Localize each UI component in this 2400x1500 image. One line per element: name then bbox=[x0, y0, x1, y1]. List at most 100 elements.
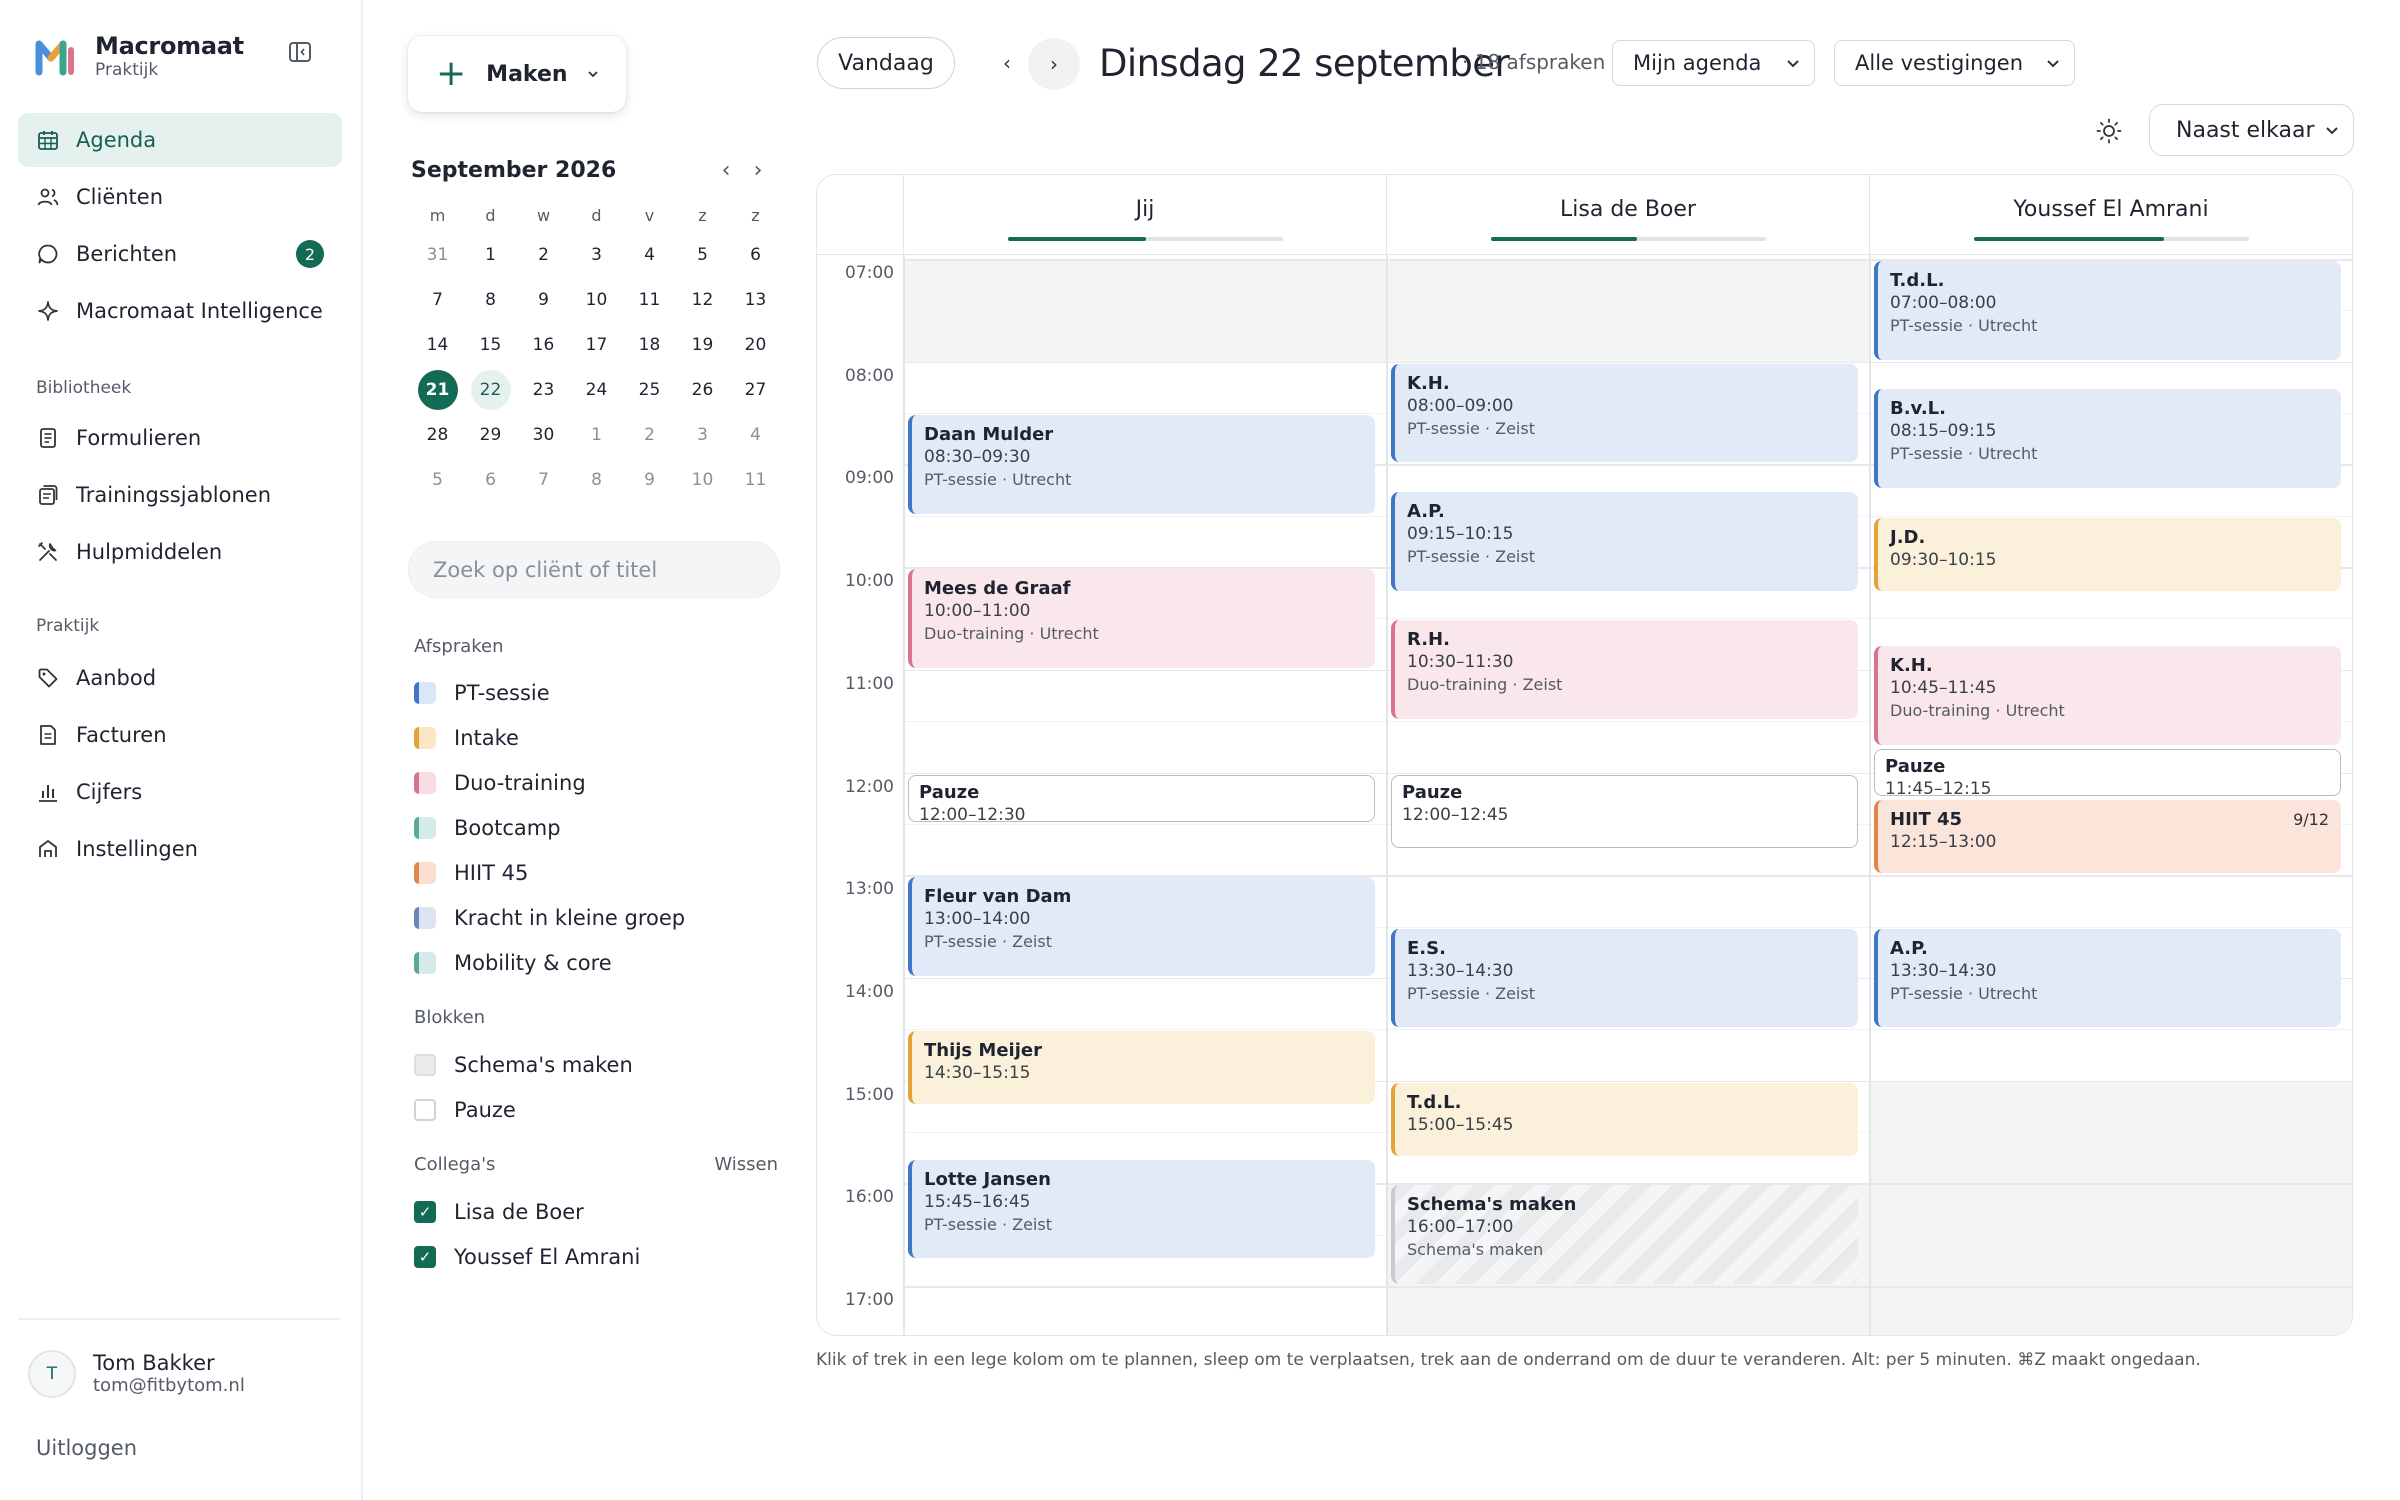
mini-calendar-day[interactable]: 25 bbox=[623, 367, 676, 412]
mini-calendar-day[interactable]: 9 bbox=[517, 277, 570, 322]
mini-calendar-day[interactable]: 15 bbox=[464, 322, 517, 367]
mini-calendar-day[interactable]: 31 bbox=[411, 232, 464, 277]
mini-calendar-day[interactable]: 7 bbox=[517, 457, 570, 502]
mini-calendar-day[interactable]: 23 bbox=[517, 367, 570, 412]
appointment-card[interactable]: Daan Mulder 08:30–09:30 PT-sessie · Utrech… bbox=[908, 415, 1375, 514]
mini-calendar-day[interactable]: 6 bbox=[464, 457, 517, 502]
mini-calendar-day[interactable]: 1 bbox=[464, 232, 517, 277]
nav-aanbod[interactable]: Aanbod bbox=[18, 651, 342, 705]
filter-appointment-type[interactable]: Duo-training bbox=[414, 760, 784, 805]
pause-block[interactable]: Pauze 11:45–12:15 bbox=[1874, 748, 2341, 797]
mini-calendar-day[interactable]: 29 bbox=[464, 412, 517, 457]
column-header-youssef[interactable]: Youssef El Amrani bbox=[1869, 175, 2352, 255]
mini-calendar-day[interactable]: 6 bbox=[729, 232, 782, 277]
nav-intelligence[interactable]: Macromaat Intelligence bbox=[18, 284, 342, 338]
mini-calendar-day[interactable]: 12 bbox=[676, 277, 729, 322]
mini-calendar-day[interactable]: 20 bbox=[729, 322, 782, 367]
appointment-card[interactable]: Mees de Graaf 10:00–11:00 Duo-training · U… bbox=[908, 569, 1375, 668]
appointment-card[interactable]: A.P. 09:15–10:15 PT-sessie · Zeist bbox=[1391, 492, 1858, 591]
mini-calendar-day-today[interactable]: 21 bbox=[411, 367, 464, 412]
mini-calendar-day[interactable]: 2 bbox=[623, 412, 676, 457]
mini-calendar-day[interactable]: 11 bbox=[729, 457, 782, 502]
previous-day-button[interactable]: ‹ bbox=[982, 38, 1032, 88]
filter-appointment-type[interactable]: PT-sessie bbox=[414, 670, 784, 715]
logout-link[interactable]: Uitloggen bbox=[36, 1436, 137, 1460]
clear-colleagues-link[interactable]: Wissen bbox=[714, 1154, 778, 1175]
filter-block-type[interactable]: Pauze bbox=[414, 1087, 784, 1132]
nav-formulieren[interactable]: Formulieren bbox=[18, 411, 342, 465]
appointment-card[interactable]: Thijs Meijer 14:30–15:15 bbox=[908, 1031, 1375, 1105]
mini-calendar-day[interactable]: 28 bbox=[411, 412, 464, 457]
pause-block[interactable]: Pauze 12:00–12:45 bbox=[1391, 774, 1858, 848]
mini-calendar-day[interactable]: 30 bbox=[517, 412, 570, 457]
pause-block[interactable]: Pauze 12:00–12:30 bbox=[908, 774, 1375, 822]
nav-hulpmiddelen[interactable]: Hulpmiddelen bbox=[18, 525, 342, 579]
calendar-body[interactable]: 07:00 08:00 09:00 10:00 11:00 12:00 13:00 14:00… bbox=[817, 255, 2352, 1335]
nav-berichten[interactable]: Berichten 2 bbox=[18, 227, 342, 281]
brand[interactable]: Macromaat Praktijk bbox=[35, 26, 244, 86]
nav-facturen[interactable]: Facturen bbox=[18, 708, 342, 762]
mini-calendar-day[interactable]: 24 bbox=[570, 367, 623, 412]
appointment-card[interactable]: K.H. 10:45–11:45 Duo-training · Utrecht bbox=[1874, 646, 2341, 745]
filter-colleague[interactable]: ✓ Youssef El Amrani bbox=[414, 1234, 784, 1279]
mini-calendar-day[interactable]: 17 bbox=[570, 322, 623, 367]
column-header-lisa[interactable]: Lisa de Boer bbox=[1386, 175, 1869, 255]
mini-calendar-day[interactable]: 14 bbox=[411, 322, 464, 367]
user-profile[interactable]: T Tom Bakker tom@fitbytom.nl bbox=[28, 1350, 245, 1398]
mini-calendar-prev[interactable]: ‹ bbox=[710, 158, 742, 183]
checkbox-checked[interactable]: ✓ bbox=[414, 1200, 436, 1223]
today-button[interactable]: Vandaag bbox=[817, 37, 955, 89]
nav-instellingen[interactable]: Instellingen bbox=[18, 822, 342, 876]
filter-appointment-type[interactable]: Mobility & core bbox=[414, 940, 784, 985]
mini-calendar-day[interactable]: 11 bbox=[623, 277, 676, 322]
mini-calendar-day[interactable]: 10 bbox=[676, 457, 729, 502]
mini-calendar-day[interactable]: 4 bbox=[623, 232, 676, 277]
mini-calendar-day[interactable]: 9 bbox=[623, 457, 676, 502]
appointment-card[interactable]: J.D. 09:30–10:15 bbox=[1874, 517, 2341, 591]
column-header-jij[interactable]: Jij bbox=[903, 175, 1386, 255]
appointment-card[interactable]: R.H. 10:30–11:30 Duo-training · Zeist bbox=[1391, 620, 1858, 720]
appointment-card[interactable]: K.H. 08:00–09:00 PT-sessie · Zeist bbox=[1391, 363, 1858, 463]
appointment-card[interactable]: Fleur van Dam 13:00–14:00 PT-sessie · Zeis… bbox=[908, 877, 1375, 976]
filter-appointment-type[interactable]: Bootcamp bbox=[414, 805, 784, 850]
theme-toggle[interactable] bbox=[2092, 114, 2126, 148]
appointment-card[interactable]: HIIT 45 12:15–13:00 9/12 bbox=[1874, 800, 2341, 874]
agenda-select[interactable]: Mijn agenda bbox=[1612, 40, 1815, 86]
mini-calendar-next[interactable]: › bbox=[742, 158, 774, 183]
filter-block-type[interactable]: Schema's maken bbox=[414, 1042, 784, 1087]
appointment-card[interactable]: T.d.L. 15:00–15:45 bbox=[1391, 1082, 1858, 1156]
mini-calendar-day[interactable]: 16 bbox=[517, 322, 570, 367]
search-input[interactable]: Zoek op cliënt of titel bbox=[408, 541, 780, 598]
checkbox-checked[interactable]: ✓ bbox=[414, 1245, 436, 1268]
nav-trainingssjablonen[interactable]: Trainingssjablonen bbox=[18, 468, 342, 522]
day-calendar-grid[interactable]: Jij Lisa de Boer Youssef El Amrani 07:00… bbox=[816, 174, 2353, 1336]
appointment-card[interactable]: A.P. 13:30–14:30 PT-sessie · Utrecht bbox=[1874, 928, 2341, 1028]
appointment-card[interactable]: Lotte Jansen 15:45–16:45 PT-sessie · Zeist bbox=[908, 1159, 1375, 1259]
mini-calendar-day[interactable]: 26 bbox=[676, 367, 729, 412]
next-day-button[interactable]: › bbox=[1028, 38, 1080, 90]
filter-appointment-type[interactable]: Intake bbox=[414, 715, 784, 760]
location-select[interactable]: Alle vestigingen bbox=[1834, 40, 2075, 86]
checkbox[interactable] bbox=[414, 1053, 436, 1076]
mini-calendar-day[interactable]: 4 bbox=[729, 412, 782, 457]
mini-calendar-day[interactable]: 5 bbox=[676, 232, 729, 277]
nav-clienten[interactable]: Cliënten bbox=[18, 170, 342, 224]
collapse-sidebar-icon[interactable] bbox=[286, 38, 314, 66]
appointment-card[interactable]: T.d.L. 07:00–08:00 PT-sessie · Utrecht bbox=[1874, 261, 2341, 360]
mini-calendar-day[interactable]: 13 bbox=[729, 277, 782, 322]
mini-calendar-day[interactable]: 10 bbox=[570, 277, 623, 322]
mini-calendar-day[interactable]: 2 bbox=[517, 232, 570, 277]
nav-cijfers[interactable]: Cijfers bbox=[18, 765, 342, 819]
mini-calendar-day[interactable]: 8 bbox=[464, 277, 517, 322]
mini-calendar-day[interactable]: 27 bbox=[729, 367, 782, 412]
filter-appointment-type[interactable]: HIIT 45 bbox=[414, 850, 784, 895]
mini-calendar-day[interactable]: 3 bbox=[676, 412, 729, 457]
mini-calendar-day[interactable]: 3 bbox=[570, 232, 623, 277]
filter-appointment-type[interactable]: Kracht in kleine groep bbox=[414, 895, 784, 940]
mini-calendar-day[interactable]: 1 bbox=[570, 412, 623, 457]
create-button[interactable]: + Maken bbox=[408, 36, 626, 112]
schedule-block[interactable]: Schema's maken 16:00–17:00 Schema's maken bbox=[1391, 1185, 1858, 1284]
mini-calendar-day[interactable]: 5 bbox=[411, 457, 464, 502]
checkbox[interactable] bbox=[414, 1098, 436, 1121]
mini-calendar-day[interactable]: 18 bbox=[623, 322, 676, 367]
